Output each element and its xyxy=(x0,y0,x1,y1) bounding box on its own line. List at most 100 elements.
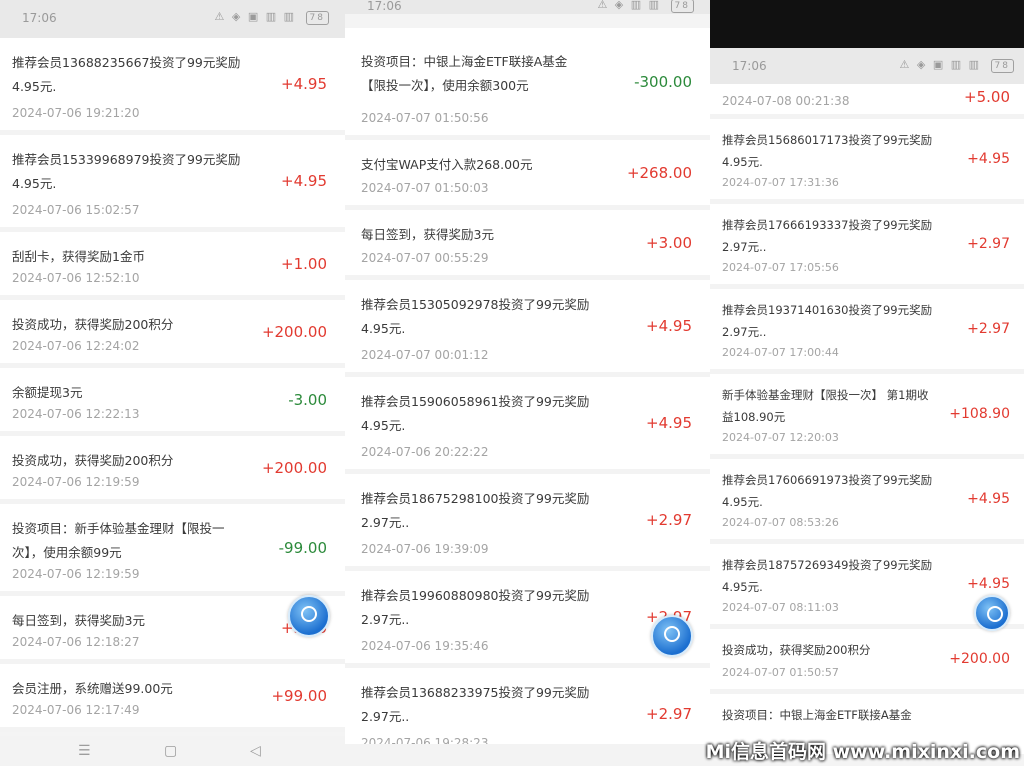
status-time: 17:06 xyxy=(732,59,767,73)
transaction-desc: 每日签到，获得奖励3元 xyxy=(361,227,494,242)
transaction-row[interactable]: 推荐会员17666193337投资了99元奖励2.97元.. 2024-07-0… xyxy=(710,204,1024,289)
status-bar: 17:06 ⚠ ◈ ▣ ▥ ▥ 78 xyxy=(710,48,1024,84)
transaction-desc: 会员注册，系统赠送99.00元 xyxy=(12,681,173,696)
transaction-desc: 新手体验基金理财【限投一次】 第1期收益108.90元 xyxy=(722,388,929,424)
home-nav-icon[interactable]: ▢ xyxy=(164,743,177,759)
transaction-desc: 推荐会员19371401630投资了99元奖励2.97元.. xyxy=(722,303,933,339)
status-icons: ⚠ ◈ ▣ ▥ ▥ 78 xyxy=(900,58,1014,73)
status-icons: ⚠ ◈ ▣ ▥ ▥ 78 xyxy=(215,10,329,25)
transaction-row[interactable]: 投资成功，获得奖励200积分 2024-07-06 12:24:02 +200.… xyxy=(0,300,345,368)
transaction-amount: +200.00 xyxy=(261,322,327,341)
battery-icon: 78 xyxy=(305,11,329,25)
transaction-desc: 推荐会员19960880980投资了99元奖励2.97元.. xyxy=(361,588,590,627)
menu-nav-icon[interactable]: ☰ xyxy=(78,743,91,759)
transaction-amount: +4.95 xyxy=(967,491,1010,507)
transaction-date: 2024-07-07 01:50:56 xyxy=(361,111,489,125)
transaction-row[interactable]: 会员注册，系统赠送99.00元 2024-07-06 12:17:49 +99.… xyxy=(0,664,345,732)
transaction-row[interactable]: 推荐会员15906058961投资了99元奖励4.95元. 2024-07-06… xyxy=(345,377,710,474)
transaction-row[interactable]: 每日签到，获得奖励3元 2024-07-07 00:55:29 +3.00 xyxy=(345,210,710,280)
transaction-row[interactable]: 新手体验基金理财【限投一次】 第1期收益108.90元 2024-07-07 1… xyxy=(710,374,1024,459)
transaction-date: 2024-07-06 12:22:13 xyxy=(12,407,140,421)
transaction-date: 2024-07-06 12:24:02 xyxy=(12,339,140,353)
transaction-date: 2024-07-06 12:19:59 xyxy=(12,475,140,489)
transaction-amount: -3.00 xyxy=(288,390,327,409)
transaction-row[interactable]: 推荐会员15686017173投资了99元奖励4.95元. 2024-07-07… xyxy=(710,119,1024,204)
back-nav-icon[interactable]: ◁ xyxy=(250,743,261,759)
system-nav-bar: ☰ ▢ ◁ xyxy=(345,744,710,766)
transaction-row[interactable]: 刮刮卡，获得奖励1金币 2024-07-06 12:52:10 +1.00 xyxy=(0,232,345,300)
transaction-date: 2024-07-08 00:21:38 xyxy=(722,94,850,108)
transaction-desc: 投资项目：中银上海金ETF联接A基金 xyxy=(722,708,912,722)
transaction-amount: +4.95 xyxy=(967,576,1010,592)
transaction-date: 2024-07-06 20:22:22 xyxy=(361,445,489,459)
transaction-row[interactable]: 推荐会员18675298100投资了99元奖励2.97元.. 2024-07-0… xyxy=(345,474,710,571)
signal-icons: ⚠ ◈ ▣ ▥ ▥ xyxy=(214,10,297,23)
transaction-desc: 推荐会员15906058961投资了99元奖励4.95元. xyxy=(361,394,590,433)
transaction-amount: +4.95 xyxy=(281,172,327,190)
signal-icons: ⚠ ◈ ▣ ▥ ▥ xyxy=(899,58,982,71)
transaction-amount: -300.00 xyxy=(634,72,692,91)
transaction-date: 2024-07-07 08:11:03 xyxy=(722,601,839,614)
status-bar: 17:06 ⚠ ◈ ▣ ▥ ▥ 78 xyxy=(0,0,345,38)
transaction-desc: 推荐会员17666193337投资了99元奖励2.97元.. xyxy=(722,218,933,254)
transaction-row[interactable]: 投资成功，获得奖励200积分 2024-07-07 01:50:57 +200.… xyxy=(710,629,1024,694)
transaction-date: 2024-07-06 12:52:10 xyxy=(12,271,140,285)
transaction-list[interactable]: 2024-07-08 00:21:38 +5.00 推荐会员1568601717… xyxy=(710,84,1024,759)
transaction-row[interactable]: 投资项目：中银上海金ETF联接A基金【限投一次】，使用余额300元 2024-0… xyxy=(345,28,710,140)
transaction-date: 2024-07-07 01:50:57 xyxy=(722,666,839,679)
transaction-row[interactable]: 推荐会员13688235667投资了99元奖励4.95元. 2024-07-06… xyxy=(0,38,345,135)
transaction-row[interactable]: 投资项目：新手体验基金理财【限投一次】，使用余额99元 2024-07-06 1… xyxy=(0,504,345,596)
transaction-date: 2024-07-07 17:05:56 xyxy=(722,261,839,274)
transaction-desc: 推荐会员13688235667投资了99元奖励4.95元. xyxy=(12,55,241,94)
transaction-desc: 投资成功，获得奖励200积分 xyxy=(12,453,174,468)
transaction-amount: +2.97 xyxy=(967,236,1010,252)
customer-service-icon[interactable] xyxy=(651,615,693,657)
transaction-desc: 每日签到，获得奖励3元 xyxy=(12,613,145,628)
transaction-desc: 推荐会员18757269349投资了99元奖励4.95元. xyxy=(722,558,933,594)
transaction-amount: +99.00 xyxy=(271,686,327,705)
transaction-desc: 投资项目：新手体验基金理财【限投一次】，使用余额99元 xyxy=(12,521,225,560)
transaction-amount: -99.00 xyxy=(278,538,327,557)
transaction-row[interactable]: 推荐会员19371401630投资了99元奖励2.97元.. 2024-07-0… xyxy=(710,289,1024,374)
transaction-amount: +2.97 xyxy=(646,705,692,723)
battery-icon: 78 xyxy=(990,59,1014,73)
transaction-amount: +5.00 xyxy=(964,88,1010,106)
transaction-amount: +4.95 xyxy=(967,151,1010,167)
transaction-row[interactable]: 余额提现3元 2024-07-06 12:22:13 -3.00 xyxy=(0,368,345,436)
status-time: 17:06 xyxy=(367,0,402,13)
transaction-date: 2024-07-07 12:20:03 xyxy=(722,431,839,444)
transaction-date: 2024-07-07 17:31:36 xyxy=(722,176,839,189)
transaction-date: 2024-07-07 00:01:12 xyxy=(361,348,489,362)
transaction-desc: 推荐会员15339968979投资了99元奖励4.95元. xyxy=(12,152,241,191)
transaction-date: 2024-07-06 12:19:59 xyxy=(12,567,140,581)
transaction-date: 2024-07-06 12:18:27 xyxy=(12,635,140,649)
transaction-desc: 刮刮卡，获得奖励1金币 xyxy=(12,249,145,264)
transaction-amount: +3.00 xyxy=(646,233,692,252)
transaction-amount: +108.90 xyxy=(949,406,1010,422)
transaction-list[interactable]: 投资项目：中银上海金ETF联接A基金【限投一次】，使用余额300元 2024-0… xyxy=(345,28,710,765)
transaction-amount: +1.00 xyxy=(281,254,327,273)
system-nav-bar: ☰ ▢ ◁ xyxy=(0,736,345,766)
signal-icons: ⚠ ◈ ▥ ▥ xyxy=(597,0,662,11)
status-icons: ⚠ ◈ ▥ ▥ 78 xyxy=(597,0,694,13)
transaction-date: 2024-07-06 19:39:09 xyxy=(361,542,489,556)
transaction-row[interactable]: 推荐会员15305092978投资了99元奖励4.95元. 2024-07-07… xyxy=(345,280,710,377)
transaction-row-partial[interactable]: 2024-07-08 00:21:38 +5.00 xyxy=(710,84,1024,119)
transaction-row[interactable]: 推荐会员15339968979投资了99元奖励4.95元. 2024-07-06… xyxy=(0,135,345,232)
transaction-row[interactable]: 推荐会员17606691973投资了99元奖励4.95元. 2024-07-07… xyxy=(710,459,1024,544)
transaction-desc: 投资成功，获得奖励200积分 xyxy=(12,317,174,332)
transaction-date: 2024-07-06 19:21:20 xyxy=(12,106,140,120)
status-time: 17:06 xyxy=(22,11,57,25)
customer-service-icon[interactable] xyxy=(974,595,1010,631)
transaction-row[interactable]: 投资成功，获得奖励200积分 2024-07-06 12:19:59 +200.… xyxy=(0,436,345,504)
transaction-amount: +200.00 xyxy=(261,458,327,477)
screenshot-panel-1: 17:06 ⚠ ◈ ▣ ▥ ▥ 78 推荐会员13688235667投资了99元… xyxy=(0,0,345,766)
customer-service-icon[interactable] xyxy=(288,595,330,637)
transaction-row[interactable]: 推荐会员19960880980投资了99元奖励2.97元.. 2024-07-0… xyxy=(345,571,710,668)
transaction-date: 2024-07-07 00:55:29 xyxy=(361,251,489,265)
transaction-desc: 投资成功，获得奖励200积分 xyxy=(722,643,871,657)
watermark-text: Mi信息首码网 www.mixinxi.com xyxy=(705,741,1020,763)
transaction-desc: 推荐会员13688233975投资了99元奖励2.97元.. xyxy=(361,685,590,724)
transaction-row[interactable]: 支付宝WAP支付入款268.00元 2024-07-07 01:50:03 +2… xyxy=(345,140,710,210)
transaction-amount: +4.95 xyxy=(281,75,327,93)
